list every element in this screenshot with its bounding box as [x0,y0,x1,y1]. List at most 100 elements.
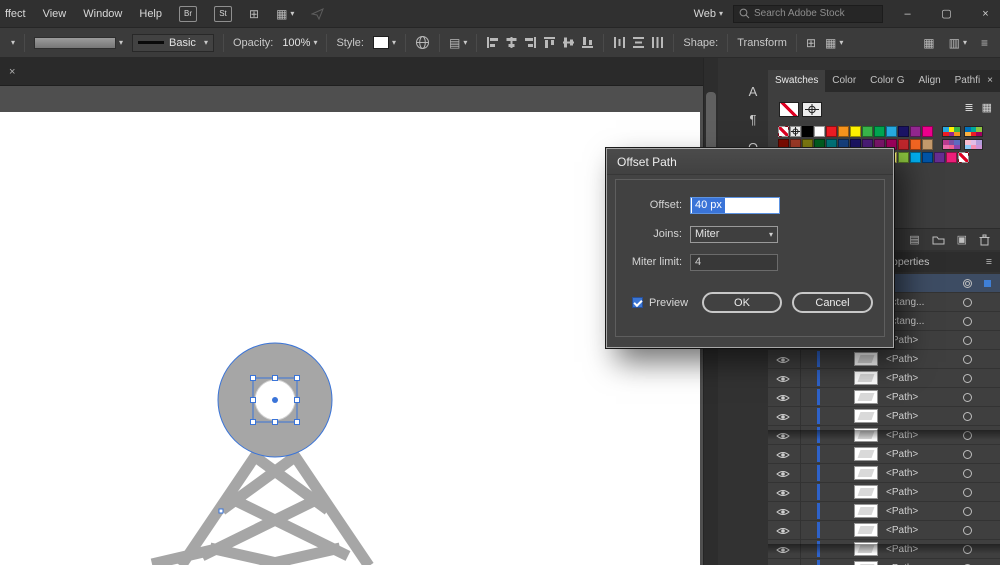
opacity-label[interactable]: Opacity: [233,37,273,49]
swatch[interactable] [958,152,969,163]
tab-swatches[interactable]: Swatches [768,70,825,92]
dialog-title[interactable]: Offset Path [607,149,893,175]
swatch-folder-icon[interactable] [932,235,945,245]
transform-link[interactable]: Transform [737,37,787,49]
swatch[interactable] [922,152,933,163]
swatch[interactable] [838,126,849,137]
swatch[interactable] [898,152,909,163]
panel-close-icon[interactable]: × [987,70,1000,92]
tab-color[interactable]: Color [825,70,863,92]
workspace-switcher[interactable]: Web▾ [694,8,723,20]
cancel-button[interactable]: Cancel [792,292,873,313]
workspace-grid-icon[interactable]: ▦ [923,36,934,50]
layer-row[interactable]: <Path> [768,407,1000,426]
character-panel-icon[interactable]: A [742,84,764,104]
artboard-canvas[interactable] [0,112,700,565]
grid-icon[interactable]: ⊞ [249,7,259,21]
menu-effect[interactable]: ffect [5,8,26,20]
color-group-chip[interactable] [964,139,983,150]
layer-target-circle[interactable] [963,488,972,497]
tab-pathfinder[interactable]: Pathfi [948,70,988,92]
menu-help[interactable]: Help [139,8,162,20]
arrange-documents-icon[interactable]: ▦▾ [276,7,294,21]
visibility-toggle-icon[interactable] [776,431,792,441]
stock-search-input[interactable] [754,8,872,19]
align-center-icon[interactable] [505,36,518,49]
grid-view-icon[interactable]: ▦ [982,101,992,114]
layer-target-circle[interactable] [963,545,972,554]
color-group-chip[interactable] [964,126,983,137]
layer-target-circle[interactable] [963,317,972,326]
layer-row[interactable]: <Path> [768,540,1000,559]
stock-search[interactable] [733,5,883,23]
swatch[interactable] [886,126,897,137]
layer-row[interactable]: <Path> [768,350,1000,369]
distribute-horizontal-icon[interactable] [632,36,645,49]
swatch[interactable] [898,126,909,137]
layer-target-circle[interactable] [963,507,972,516]
color-group-chip[interactable] [942,139,961,150]
none-swatch[interactable] [779,102,799,117]
brush-definition-dropdown[interactable]: Basic ▾ [132,34,214,52]
visibility-toggle-icon[interactable] [776,374,792,384]
select-similar-icon[interactable]: ▦▾ [825,36,843,50]
visibility-toggle-icon[interactable] [776,412,792,422]
layer-row[interactable]: <Path> [768,559,1000,565]
isolate-icon[interactable]: ⊞ [806,36,816,50]
tab-align[interactable]: Align [911,70,947,92]
layer-target-circle[interactable] [963,393,972,402]
minimize-button[interactable]: – [893,0,922,27]
opacity-dropdown[interactable]: 100%▾ [282,37,317,49]
width-profile-dropdown[interactable]: ▾ [34,37,123,49]
swatch[interactable] [874,126,885,137]
stock-icon[interactable]: St [214,6,232,22]
bridge-icon[interactable]: Br [179,6,197,22]
layer-target-circle[interactable] [963,279,972,288]
swatch[interactable] [946,152,957,163]
layer-row[interactable]: <Path> [768,502,1000,521]
layer-target-circle[interactable] [963,336,972,345]
color-group-chip[interactable] [942,126,961,137]
share-icon[interactable] [311,8,324,20]
layer-target-circle[interactable] [963,469,972,478]
swatch[interactable] [922,126,933,137]
align-bottom-icon[interactable] [581,36,594,49]
offset-input[interactable]: 40 px [690,197,780,214]
close-button[interactable]: × [971,0,1000,27]
align-top-icon[interactable] [543,36,556,49]
layer-row[interactable]: <Path> [768,464,1000,483]
swatch[interactable] [814,126,825,137]
layer-target-circle[interactable] [963,298,972,307]
visibility-toggle-icon[interactable] [776,526,792,536]
swatch[interactable] [898,139,909,150]
align-middle-icon[interactable] [562,36,575,49]
delete-swatch-icon[interactable] [979,234,990,246]
swatch[interactable] [850,126,861,137]
layer-row[interactable]: <Path> [768,521,1000,540]
layer-row[interactable]: <Path> [768,483,1000,502]
recolor-artwork-icon[interactable] [415,35,430,50]
visibility-toggle-icon[interactable] [776,450,792,460]
miter-limit-input[interactable]: 4 [690,254,778,271]
swatch[interactable] [934,152,945,163]
ok-button[interactable]: OK [702,292,782,313]
swatch[interactable] [802,126,813,137]
menu-list-icon[interactable]: ≡ [981,36,988,50]
menu-view[interactable]: View [43,8,67,20]
registration-swatch[interactable] [802,102,822,117]
swatch[interactable] [910,126,921,137]
paragraph-panel-icon[interactable]: ¶ [742,112,764,132]
chevron-down-icon[interactable]: ▾ [11,38,15,47]
swatch[interactable] [910,139,921,150]
document-setup-icon[interactable]: ▤▾ [449,36,467,50]
visibility-toggle-icon[interactable] [776,469,792,479]
layer-target-circle[interactable] [963,450,972,459]
list-view-icon[interactable]: ≣ [964,101,973,114]
layer-target-circle[interactable] [963,355,972,364]
joins-select[interactable]: Miter ▾ [690,226,778,243]
layer-target-circle[interactable] [963,374,972,383]
libraries-icon[interactable]: ▤ [909,233,919,246]
style-dropdown[interactable]: ▾ [373,36,396,49]
layer-target-circle[interactable] [963,412,972,421]
distribute-spacing-icon[interactable] [651,36,664,49]
